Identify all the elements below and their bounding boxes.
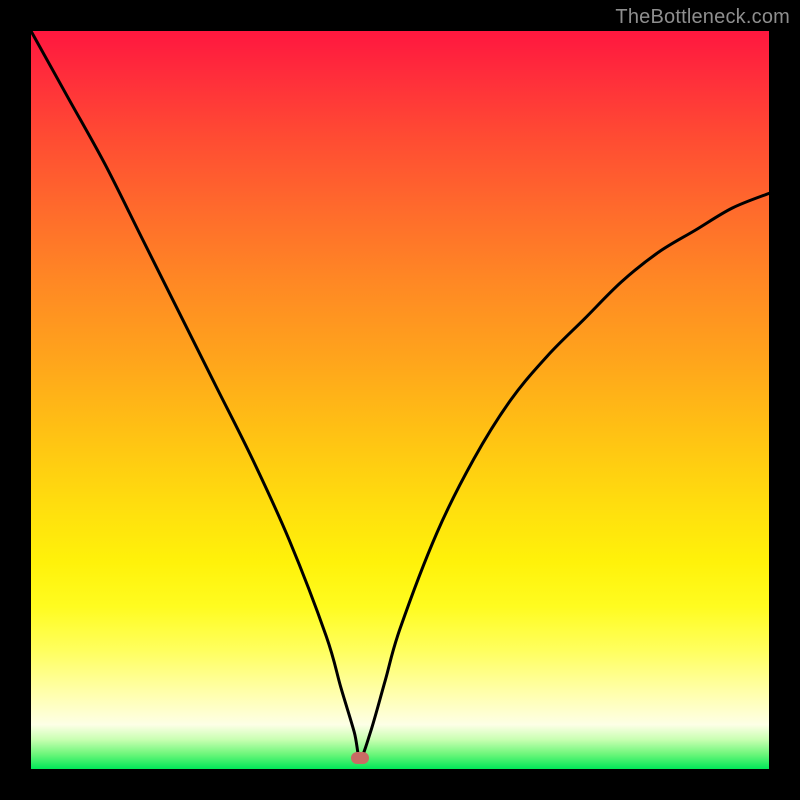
optimum-marker bbox=[351, 752, 369, 764]
plot-area bbox=[31, 31, 769, 769]
bottleneck-curve bbox=[31, 31, 769, 769]
watermark-text: TheBottleneck.com bbox=[615, 6, 790, 29]
chart-frame: TheBottleneck.com bbox=[0, 0, 800, 800]
